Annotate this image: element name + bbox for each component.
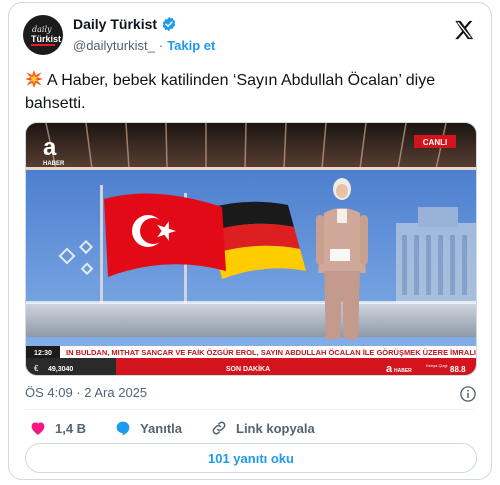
channel-logo-letter: a bbox=[43, 134, 57, 161]
studio-floor bbox=[26, 303, 476, 337]
avatar-text-line1: daily bbox=[32, 25, 52, 34]
user-handle[interactable]: @dailyturkist_ bbox=[73, 38, 155, 53]
flag-pole-left bbox=[100, 185, 103, 303]
reply-label: Yanıtla bbox=[140, 420, 182, 436]
tweet-video[interactable]: a HABER CANLI 12:30 IN BULDAN, MITHAT SA… bbox=[25, 122, 477, 376]
x-logo-icon[interactable] bbox=[453, 19, 475, 41]
euro-symbol: € bbox=[34, 364, 39, 373]
live-badge-text: CANLI bbox=[423, 138, 447, 147]
action-bar: 1,4 B Yanıtla Link kopyala bbox=[29, 419, 343, 437]
handle-separator: · bbox=[158, 38, 164, 53]
right-value: 88.8 bbox=[450, 365, 466, 374]
copy-link-label: Link kopyala bbox=[236, 420, 315, 436]
follow-button[interactable]: Takip et bbox=[167, 38, 215, 53]
handle-row: @dailyturkist_ · Takip et bbox=[73, 38, 215, 53]
verified-badge-icon bbox=[162, 17, 176, 31]
ticker-time: 12:30 bbox=[34, 350, 52, 357]
read-replies-button[interactable]: 101 yanıtı oku bbox=[25, 443, 477, 473]
heart-icon bbox=[31, 422, 45, 435]
reply-button[interactable]: Yanıtla bbox=[114, 419, 182, 437]
channel-logo-sublabel: HABER bbox=[43, 161, 65, 167]
info-icon[interactable] bbox=[459, 385, 477, 403]
euro-value: 49,3040 bbox=[48, 366, 73, 373]
name-row: Daily Türkist bbox=[73, 16, 177, 32]
avatar[interactable]: daily Türkist bbox=[23, 15, 63, 55]
bottom-logo-letter: a bbox=[386, 363, 393, 375]
tweet-body: A Haber, bebek katilinden ‘Sayın Abdulla… bbox=[25, 72, 436, 112]
reply-bubble-icon bbox=[116, 421, 130, 436]
divider bbox=[25, 409, 475, 410]
turkey-flag bbox=[104, 193, 226, 277]
tweet-header: daily Türkist Daily Türkist @dailyturkis… bbox=[23, 15, 477, 59]
display-name[interactable]: Daily Türkist bbox=[73, 16, 157, 32]
avatar-text-line2: Türkist bbox=[31, 34, 62, 44]
tweet-card: daily Türkist Daily Türkist @dailyturkis… bbox=[8, 2, 492, 480]
bottom-logo-sublabel: HABER bbox=[394, 368, 412, 374]
link-icon bbox=[212, 421, 226, 435]
like-button[interactable]: 1,4 B bbox=[29, 419, 86, 437]
ticker-headline: IN BULDAN, MITHAT SANCAR VE FAİK ÖZGÜR E… bbox=[66, 348, 476, 357]
son-dakika-label: SON DAKİKA bbox=[226, 365, 270, 373]
small-label: Kenya Çizgi bbox=[426, 363, 447, 368]
copy-link-button[interactable]: Link kopyala bbox=[210, 419, 315, 437]
ceiling-light-strip bbox=[26, 167, 476, 170]
tweet-timestamp[interactable]: ÖS 4:09 · 2 Ara 2025 bbox=[25, 385, 147, 400]
tweet-text: A Haber, bebek katilinden ‘Sayın Abdulla… bbox=[25, 69, 480, 115]
studio-ceiling bbox=[26, 123, 476, 169]
news-broadcast-frame: a HABER CANLI 12:30 IN BULDAN, MITHAT SA… bbox=[26, 123, 476, 375]
avatar-accent-bar bbox=[31, 44, 55, 46]
collision-emoji-icon bbox=[25, 70, 43, 88]
like-count: 1,4 B bbox=[55, 420, 87, 436]
